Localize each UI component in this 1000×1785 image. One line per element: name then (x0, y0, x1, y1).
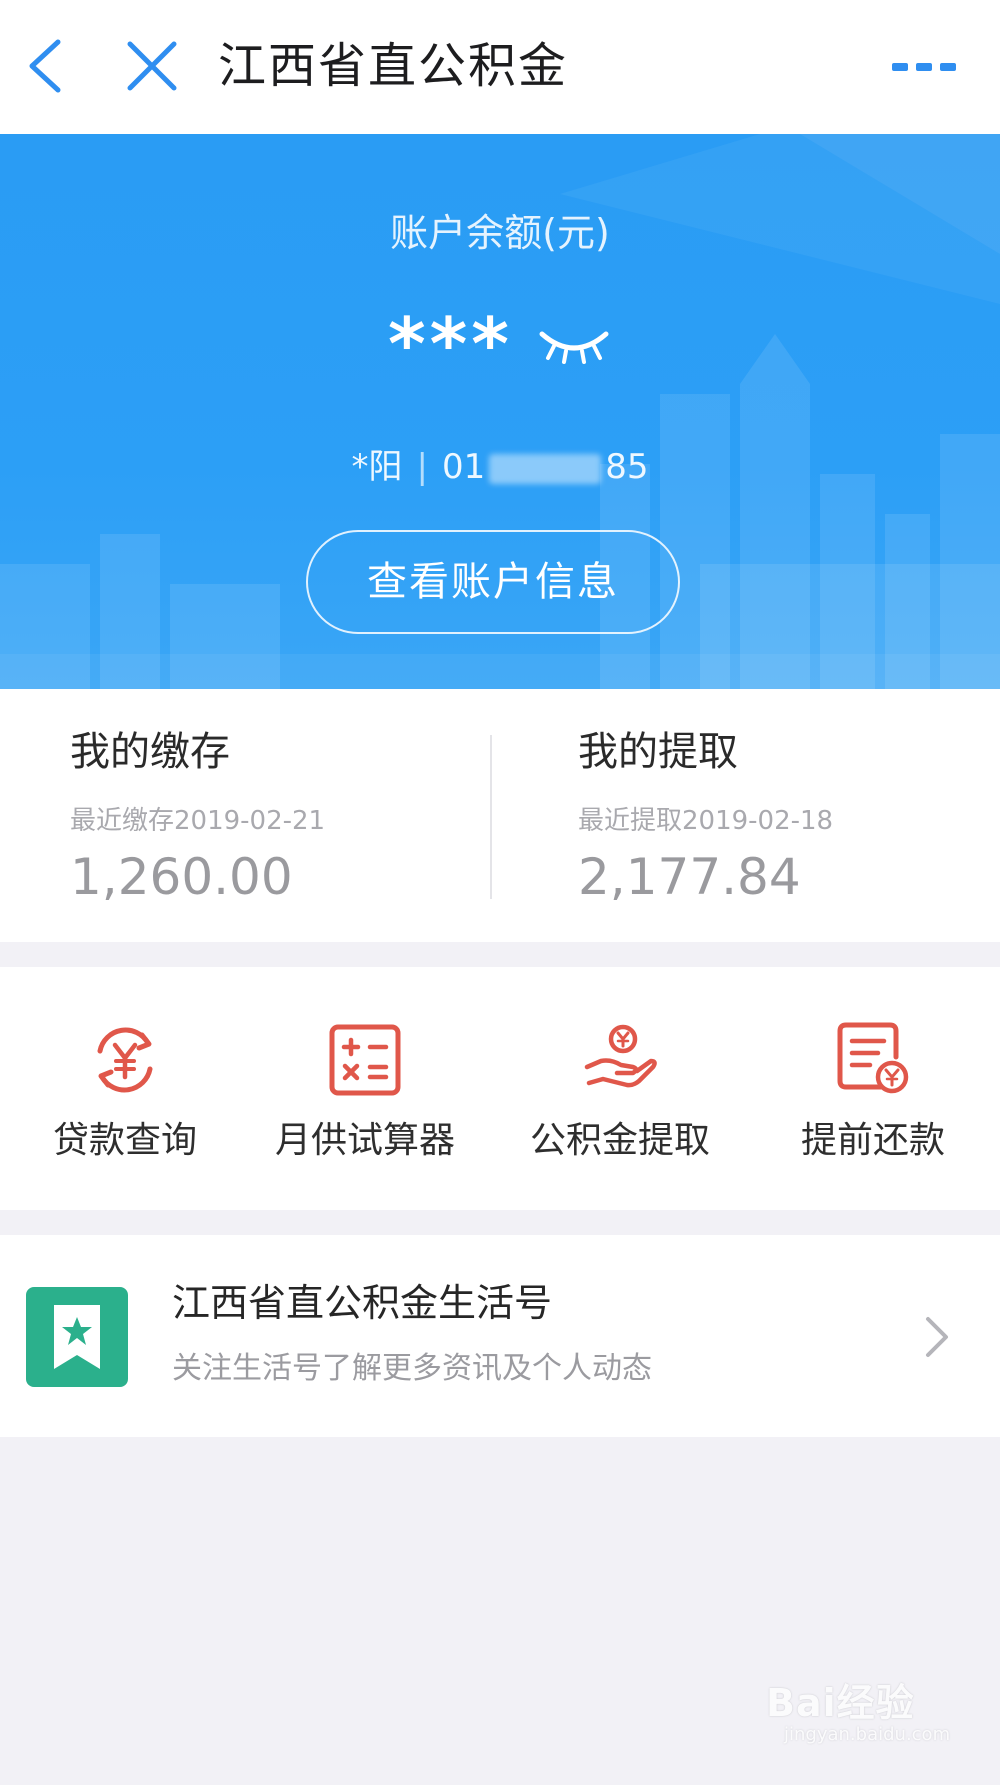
hand-coin-icon (584, 1024, 657, 1088)
shortcut-payment-calculator[interactable]: 月供试算器 (240, 1021, 490, 1165)
chevron-left-icon[interactable] (22, 36, 70, 96)
balance-row: *** (0, 304, 1000, 384)
receipt-yen-icon (837, 1022, 909, 1094)
life-account-entry[interactable]: 江西省直公积金生活号 关注生活号了解更多资讯及个人动态 (0, 1235, 1000, 1437)
deposit-title: 我的缴存 (70, 729, 230, 775)
shortcut-loan-query[interactable]: 贷款查询 (0, 1021, 250, 1165)
close-icon[interactable] (124, 38, 180, 94)
deposit-card[interactable]: 我的缴存 最近缴存2019-02-21 1,260.00 (70, 725, 510, 907)
deposit-last-date: 最近缴存2019-02-21 (70, 806, 326, 836)
shortcut-label: 月供试算器 (274, 1120, 455, 1161)
chevron-right-icon (926, 1317, 948, 1357)
balance-card: 账户余额(元) *** *阳 | 01 85 查看账户信息 (0, 134, 1000, 689)
shortcut-label: 贷款查询 (52, 1120, 197, 1161)
bookmark-star-icon (26, 1287, 128, 1387)
contribution-summary: 我的缴存 最近缴存2019-02-21 1,260.00 我的提取 最近提取20… (0, 689, 1000, 942)
yen-refresh-icon (97, 1027, 153, 1093)
navigation-bar: 江西省直公积金 (0, 0, 1000, 134)
calculator-icon (329, 1024, 401, 1096)
shortcut-early-repayment[interactable]: 提前还款 (748, 1021, 998, 1165)
page-title: 江西省直公积金 (218, 38, 569, 94)
account-info-line: *阳 | 01 85 (0, 442, 1000, 492)
service-shortcuts: 贷款查询 月供试算器 公积金提取 提前还款 (0, 967, 1000, 1210)
withdraw-title: 我的提取 (578, 729, 738, 775)
watermark-main: Bai经验 (766, 1681, 915, 1725)
balance-label: 账户余额(元) (390, 211, 610, 255)
eye-closed-icon[interactable] (536, 324, 612, 364)
account-number-suffix: 85 (605, 447, 649, 487)
shortcut-label: 提前还款 (800, 1120, 945, 1161)
more-dots-icon[interactable] (892, 60, 956, 74)
life-account-title: 江西省直公积金生活号 (172, 1281, 553, 1325)
account-number-redacted (489, 453, 602, 484)
baidu-jingyan-watermark: Bai经验 jingyan.baidu.com (766, 1672, 966, 1764)
shortcut-fund-withdrawal[interactable]: 公积金提取 (495, 1021, 745, 1165)
life-account-subtitle: 关注生活号了解更多资讯及个人动态 (172, 1351, 652, 1386)
balance-value: *** (387, 302, 513, 386)
shortcut-label: 公积金提取 (529, 1120, 710, 1161)
withdraw-last-date: 最近提取2019-02-18 (578, 806, 834, 836)
deposit-amount: 1,260.00 (70, 848, 293, 906)
account-number-prefix: 01 (441, 447, 486, 487)
watermark-url: jingyan.baidu.com (784, 1724, 951, 1745)
withdraw-card[interactable]: 我的提取 最近提取2019-02-18 2,177.84 (578, 725, 1000, 907)
view-account-info-button[interactable]: 查看账户信息 (306, 530, 680, 634)
withdraw-amount: 2,177.84 (578, 848, 801, 906)
account-holder-name: *阳 (351, 447, 403, 487)
summary-divider (490, 735, 492, 899)
account-separator: | (416, 447, 428, 487)
